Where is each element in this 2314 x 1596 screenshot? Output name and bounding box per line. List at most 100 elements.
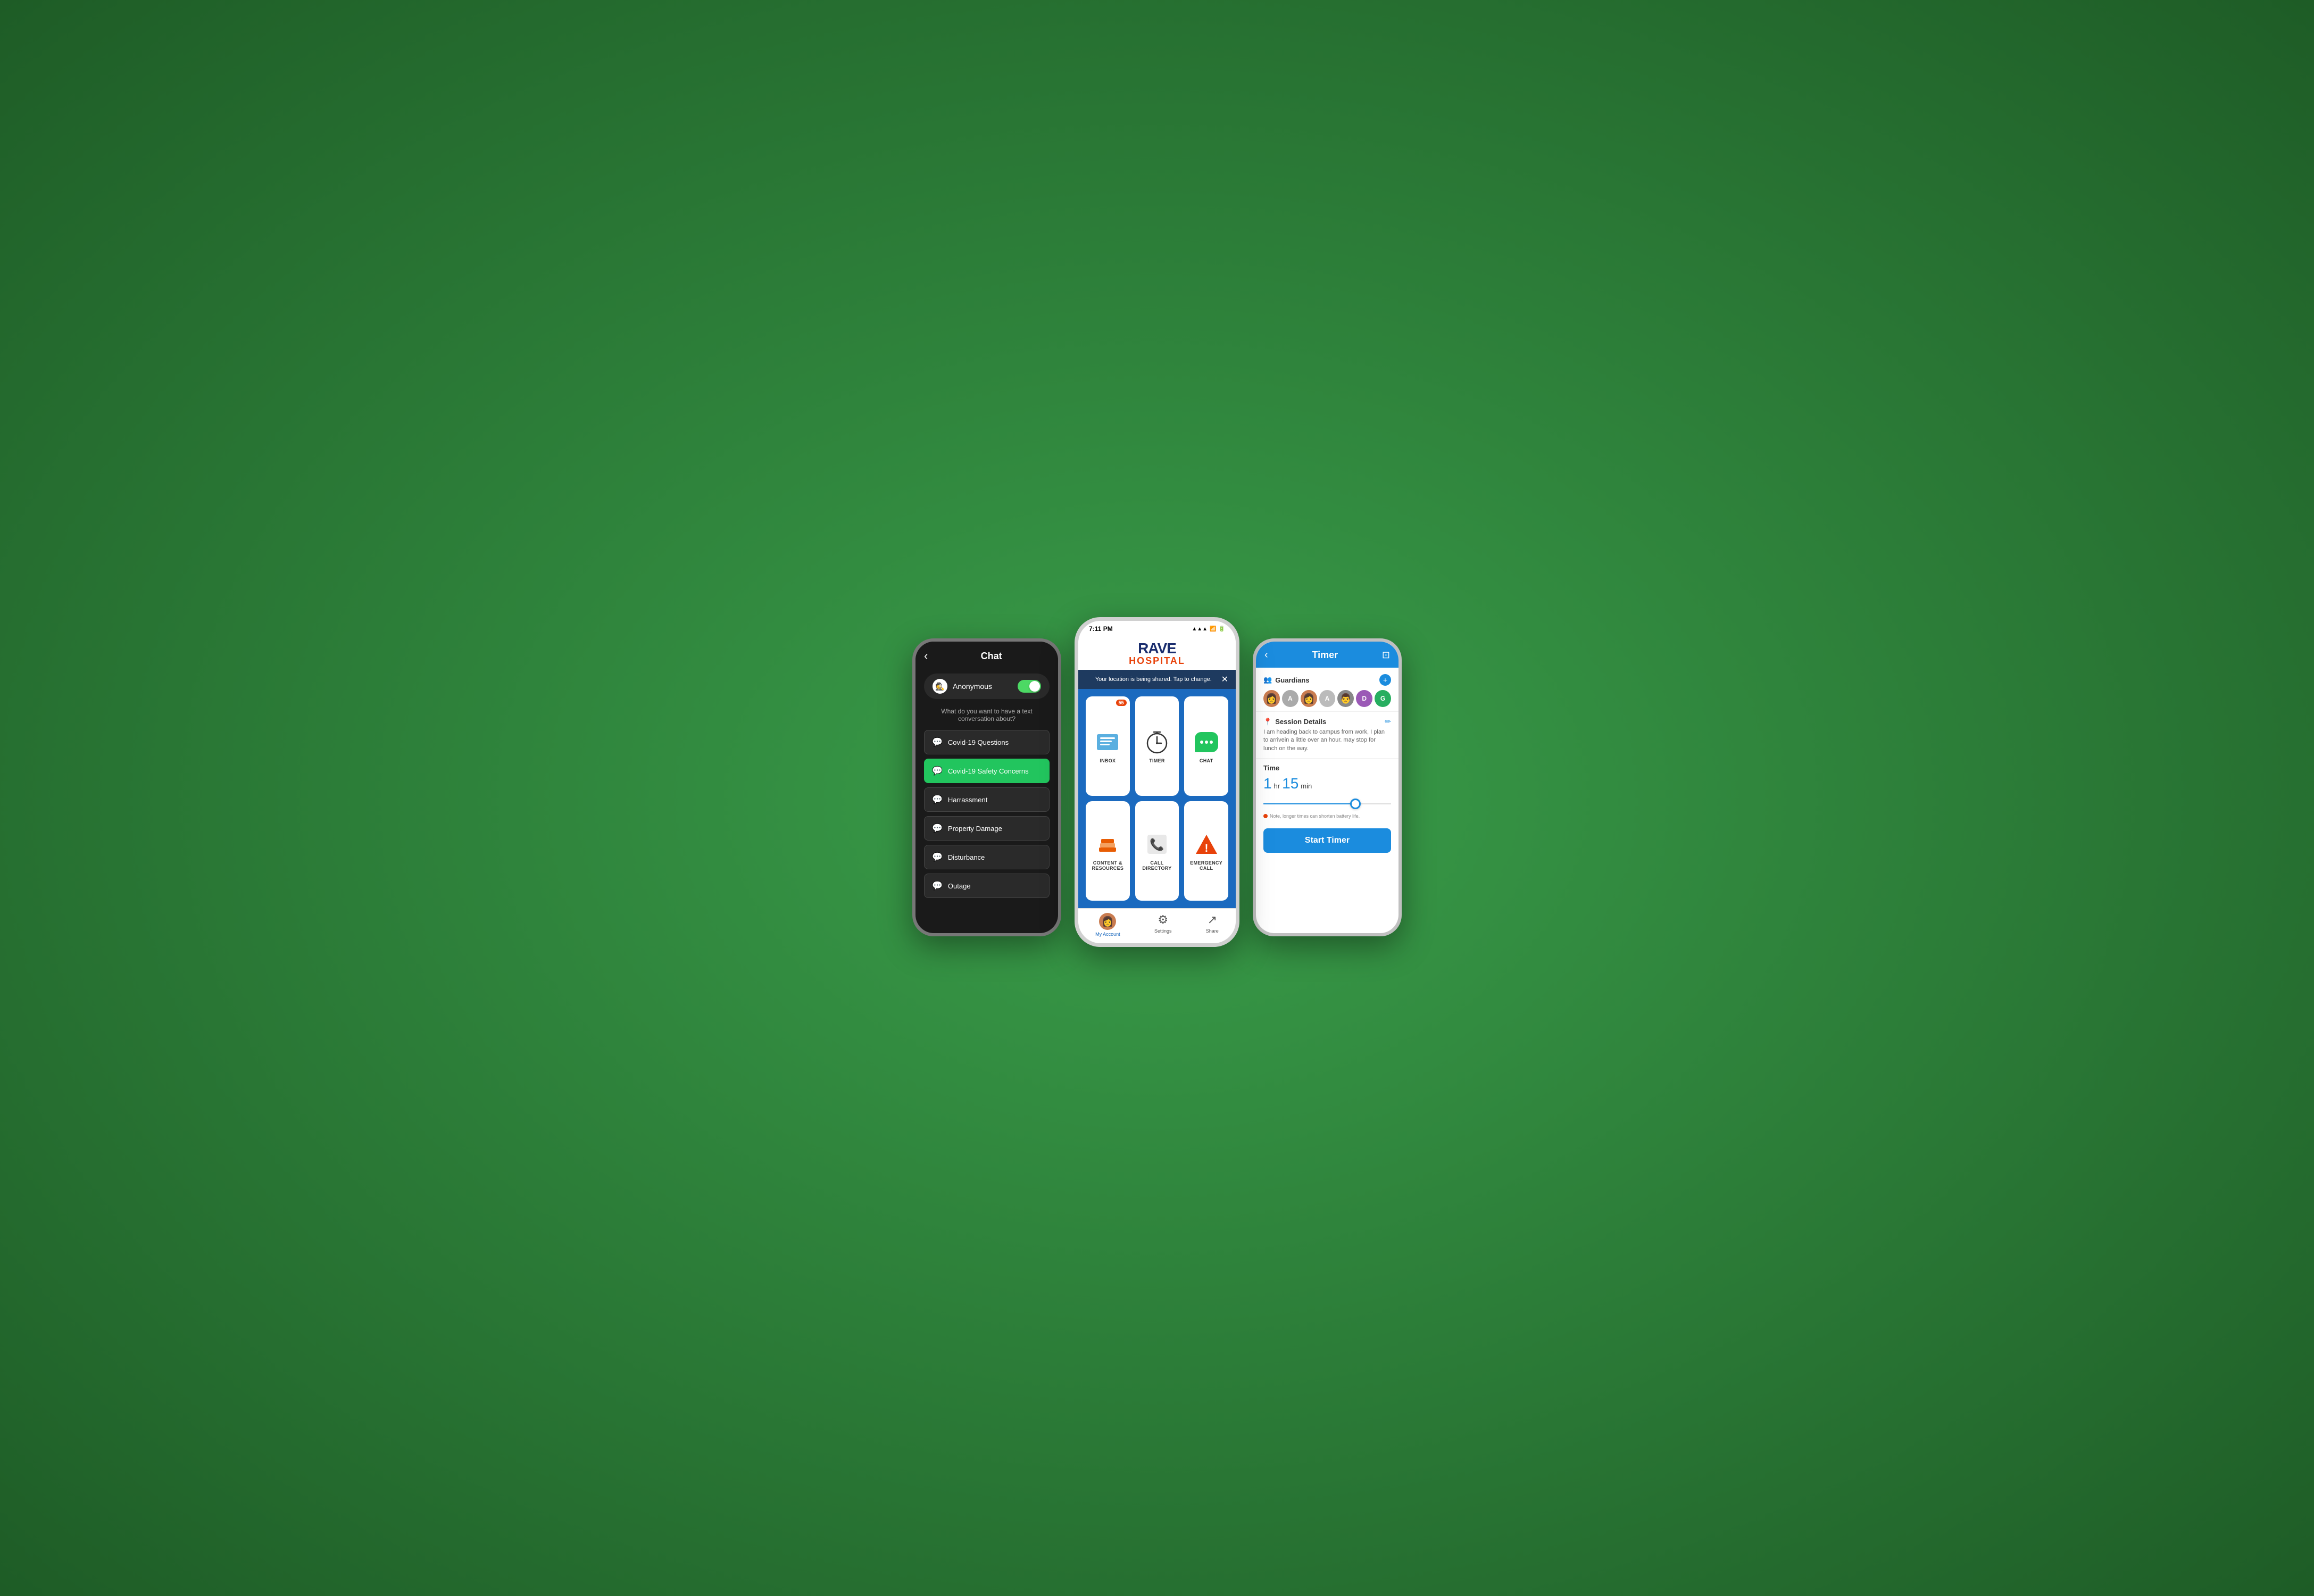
anonymous-icon: 🕵 [933, 679, 947, 694]
tile-inbox[interactable]: 55 INBOX [1086, 696, 1130, 796]
time-section: Time 1 hr 15 min Note, longer times can … [1256, 759, 1399, 828]
scene: ‹ Chat 🕵 Anonymous What do you want to h… [902, 617, 1412, 979]
signal-icon: ▲▲▲ [1192, 626, 1208, 632]
wifi-icon: 📶 [1210, 626, 1216, 632]
start-timer-button[interactable]: Start Timer [1263, 828, 1391, 853]
timer-back-button[interactable]: ‹ [1264, 649, 1268, 661]
tile-chat[interactable]: CHAT [1184, 696, 1228, 796]
timer-icon [1144, 729, 1170, 755]
nav-settings[interactable]: ⚙ Settings [1154, 913, 1172, 937]
svg-text:📞: 📞 [1150, 837, 1164, 851]
cast-icon[interactable]: ⊡ [1382, 650, 1390, 661]
guardians-add-button[interactable]: + [1379, 674, 1391, 686]
time-label: Time [1263, 764, 1391, 772]
tile-call-directory[interactable]: 📞 CALL DIRECTORY [1135, 801, 1179, 901]
nav-my-account[interactable]: 👩 My Account [1095, 913, 1120, 937]
chat-tile-icon [1194, 729, 1219, 755]
session-section: 📍 Session Details ✏ I am heading back to… [1256, 712, 1399, 759]
chat-option-label-harr: Harrassment [948, 796, 987, 804]
time-hr-label: hr [1274, 782, 1280, 790]
chat-option-icon-prop: 💬 [932, 823, 943, 834]
guardian-avatar-4: A [1319, 690, 1336, 707]
timer-header: ‹ Timer ⊡ [1256, 642, 1399, 668]
bottom-nav: 👩 My Account ⚙ Settings ↗ Share [1078, 908, 1236, 943]
chat-option-disturbance[interactable]: 💬 Disturbance [924, 845, 1050, 869]
time-display: 1 hr 15 min [1263, 775, 1391, 792]
tile-inbox-label: INBOX [1100, 758, 1116, 763]
time-min-label: min [1301, 782, 1312, 790]
phone-right-inner: ‹ Timer ⊡ 👥 Guardians + 👩 A 👩 A [1256, 642, 1399, 933]
phone-right: ‹ Timer ⊡ 👥 Guardians + 👩 A 👩 A [1253, 638, 1402, 936]
chat-option-icon-out: 💬 [932, 880, 943, 891]
battery-note-text: Note, longer times can shorten battery l… [1270, 813, 1360, 819]
session-label: 📍 Session Details [1263, 718, 1326, 726]
location-close-button[interactable]: ✕ [1221, 674, 1228, 685]
anonymous-toggle-switch[interactable] [1018, 680, 1041, 693]
tile-emergency-call[interactable]: ! EMERGENCY CALL [1184, 801, 1228, 901]
status-bar: 7:11 PM ▲▲▲ 📶 🔋 [1078, 621, 1236, 635]
time-slider[interactable] [1263, 797, 1391, 810]
session-header: 📍 Session Details ✏ [1263, 717, 1391, 726]
battery-note: Note, longer times can shorten battery l… [1263, 813, 1391, 819]
chat-bubble [1195, 732, 1218, 752]
tiles-grid: 55 INBOX [1078, 689, 1236, 908]
time-minutes: 15 [1282, 775, 1298, 792]
phone-center-inner: 7:11 PM ▲▲▲ 📶 🔋 RAVE HOSPITAL Your locat… [1078, 621, 1236, 943]
chat-option-icon-harr: 💬 [932, 794, 943, 805]
chat-option-icon-dist: 💬 [932, 852, 943, 862]
chat-option-outage[interactable]: 💬 Outage [924, 874, 1050, 898]
chat-screen-title: Chat [933, 651, 1050, 662]
tile-timer-label: TIMER [1149, 758, 1165, 763]
session-label-text: Session Details [1275, 718, 1326, 726]
location-banner[interactable]: Your location is being shared. Tap to ch… [1078, 670, 1236, 689]
tile-call-directory-label: CALL DIRECTORY [1138, 860, 1176, 871]
guardians-label: 👥 Guardians [1263, 676, 1309, 684]
emergency-icon: ! [1194, 832, 1219, 857]
guardians-people-icon: 👥 [1263, 676, 1272, 684]
bubble-dot-1 [1200, 741, 1203, 744]
rave-logo-area: RAVE HOSPITAL [1078, 635, 1236, 670]
svg-text:!: ! [1204, 843, 1208, 854]
rave-logo: RAVE HOSPITAL [1078, 641, 1236, 666]
guardian-avatar-7: G [1375, 690, 1391, 707]
chat-option-icon: 💬 [932, 737, 943, 747]
inbox-badge: 55 [1116, 700, 1127, 706]
content-icon [1095, 832, 1120, 857]
guardian-avatars-row: 👩 A 👩 A 👨 D G [1263, 690, 1391, 707]
tile-content-resources[interactable]: CONTENT & RESOURCES [1086, 801, 1130, 901]
guardians-header: 👥 Guardians + [1263, 674, 1391, 686]
chat-back-button[interactable]: ‹ [924, 649, 928, 663]
guardian-avatar-1: 👩 [1263, 690, 1280, 707]
guardian-avatar-6: D [1356, 690, 1372, 707]
session-pin-icon: 📍 [1263, 718, 1272, 726]
guardian-avatar-3: 👩 [1301, 690, 1317, 707]
slider-thumb[interactable] [1350, 799, 1361, 809]
hospital-text: HOSPITAL [1078, 656, 1236, 666]
location-banner-text: Your location is being shared. Tap to ch… [1086, 676, 1221, 683]
tile-chat-label: CHAT [1200, 758, 1213, 763]
chat-option-label: Covid-19 Questions [948, 738, 1009, 746]
account-avatar: 👩 [1099, 913, 1116, 930]
share-icon: ↗ [1208, 913, 1217, 927]
tile-timer[interactable]: TIMER [1135, 696, 1179, 796]
chat-option-label-active: Covid-19 Safety Concerns [948, 767, 1029, 775]
chat-option-covid-safety[interactable]: 💬 Covid-19 Safety Concerns [924, 759, 1050, 783]
rave-text: RAVE [1138, 640, 1176, 656]
anonymous-toggle-row[interactable]: 🕵 Anonymous [924, 674, 1050, 699]
chat-option-property-damage[interactable]: 💬 Property Damage [924, 816, 1050, 841]
tile-emergency-label: EMERGENCY CALL [1187, 860, 1225, 871]
status-icons: ▲▲▲ 📶 🔋 [1192, 626, 1225, 632]
session-edit-button[interactable]: ✏ [1385, 717, 1391, 726]
chat-option-label-prop: Property Damage [948, 825, 1002, 833]
chat-option-label-out: Outage [948, 882, 971, 890]
nav-share-label: Share [1206, 928, 1219, 934]
nav-share[interactable]: ↗ Share [1206, 913, 1219, 937]
nav-settings-label: Settings [1154, 928, 1172, 934]
chat-option-label-dist: Disturbance [948, 853, 985, 861]
phone-left-inner: ‹ Chat 🕵 Anonymous What do you want to h… [915, 642, 1058, 933]
guardian-avatar-5: 👨 [1337, 690, 1354, 707]
chat-prompt-text: What do you want to have a text conversa… [915, 704, 1058, 728]
chat-option-covid-questions[interactable]: 💬 Covid-19 Questions [924, 730, 1050, 754]
chat-option-harrassment[interactable]: 💬 Harrassment [924, 787, 1050, 812]
call-directory-icon: 📞 [1144, 832, 1170, 857]
